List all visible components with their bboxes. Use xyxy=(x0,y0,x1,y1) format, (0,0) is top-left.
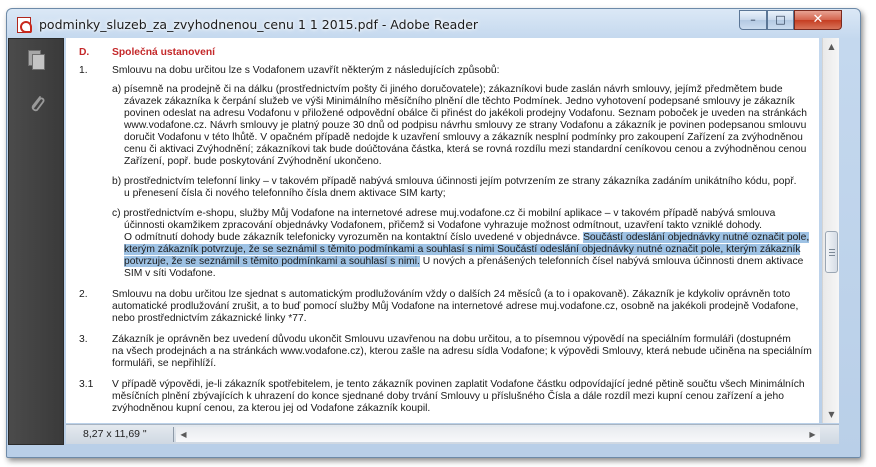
paragraph-line: Zařízení, popř. bude poskytování Zvýhodn… xyxy=(124,156,382,167)
grip-line xyxy=(829,249,835,250)
item-number: 1. xyxy=(79,65,88,76)
item-number: 3. xyxy=(79,334,88,345)
paragraph-line: doručit Vodafonu v této lhůtě. V opačném… xyxy=(124,132,803,143)
horizontal-scrollbar[interactable]: ◀ ▶ xyxy=(176,427,820,442)
status-bar: 8,27 x 11,69 " ◀ ▶ xyxy=(66,424,839,444)
paragraph-line: povinen odeslat na adresu Vodafonu v při… xyxy=(124,108,807,119)
selected-text[interactable]: potvrzuje, že se seznámil s těmito podmí… xyxy=(124,256,420,267)
paragraph-line: www.vodafone.cz. Návrh smlouvy je platný… xyxy=(124,120,807,131)
item-text: Smlouvu na dobu určitou lze s Vodafonem … xyxy=(112,65,500,76)
scroll-down-arrow-icon[interactable]: ▼ xyxy=(823,406,840,423)
page-thumbnail-front xyxy=(32,54,45,70)
status-divider xyxy=(173,427,174,442)
close-button[interactable]: ✕ xyxy=(794,10,842,30)
grip-line xyxy=(829,252,835,253)
paragraph-line: potvrzuje, že se seznámil s těmito podmí… xyxy=(124,256,803,268)
item-number: 3.1 xyxy=(79,379,94,390)
maximize-button[interactable]: □ xyxy=(767,10,794,30)
minimize-button[interactable]: – xyxy=(739,10,767,30)
paperclip-icon[interactable] xyxy=(26,93,48,115)
paragraph-line: závazek zákazníka k čerpání služeb ve vý… xyxy=(124,96,795,107)
paragraph-line: měsíčních plnění zbývajících k uhrazení … xyxy=(112,391,784,402)
scroll-up-arrow-icon[interactable]: ▲ xyxy=(823,38,840,55)
navigation-pane xyxy=(8,38,64,445)
title-bar[interactable]: podminky_sluzeb_za_zvyhodnenou_cenu 1 1 … xyxy=(7,9,860,39)
pages-icon[interactable] xyxy=(26,49,48,71)
paperclip-icon-graphic xyxy=(31,96,45,112)
paragraph-line: O odmítnutí dohody bude zákazník telefon… xyxy=(124,232,810,244)
document-viewer[interactable]: D. Společná ustanovení 1. Smlouvu na dob… xyxy=(66,38,819,423)
text-run: O odmítnutí dohody bude zákazník telefon… xyxy=(124,232,584,243)
paragraph-line: kterým zákazník potvrzuje, že se seznámi… xyxy=(124,244,801,256)
paragraph-line: Zákazník je oprávněn bez uvedení důvodu … xyxy=(112,334,791,345)
paragraph-line: SIM v síti Vodafone. xyxy=(124,268,216,279)
text-run: U nových a přenášených telefonních čísel… xyxy=(419,256,804,267)
vertical-scrollbar[interactable]: ▲ ▼ xyxy=(822,38,839,423)
scroll-thumb[interactable] xyxy=(825,231,838,273)
paragraph-line: u přenesení čísla či nového telefonního … xyxy=(124,188,446,199)
window-title: podminky_sluzeb_za_zvyhodnenou_cenu 1 1 … xyxy=(39,17,479,32)
selected-text[interactable]: kterým zákazník potvrzuje, že se seznámi… xyxy=(124,244,801,255)
paragraph-line: cenu či aktivaci Zvýhodnění; zákazníkovi… xyxy=(124,144,807,155)
paragraph-line: c) prostřednictvím e-shopu, služby Můj V… xyxy=(112,208,776,219)
scroll-left-arrow-icon[interactable]: ◀ xyxy=(176,427,191,442)
section-title: Společná ustanovení xyxy=(112,47,215,58)
paragraph-line: účinnosti okamžikem zpracování objednávk… xyxy=(124,220,762,231)
item-number: 2. xyxy=(79,289,88,300)
scroll-right-arrow-icon[interactable]: ▶ xyxy=(805,427,820,442)
section-letter: D. xyxy=(79,47,90,58)
paragraph-line: b) prostřednictvím telefonní linky – v t… xyxy=(112,176,797,187)
selected-text[interactable]: Součástí odeslání objednávky nutné označ… xyxy=(583,232,810,243)
page-size-readout: 8,27 x 11,69 " xyxy=(83,428,147,440)
paragraph-line: Smlouvu na dobu určitou lze sjednat s au… xyxy=(112,289,791,300)
paragraph-line: zvýhodněnou kupní cenou, za kterou jej o… xyxy=(112,403,431,414)
paragraph-line: nebo prostřednictvím zákaznické linky *7… xyxy=(112,313,307,324)
grip-line xyxy=(829,255,835,256)
paragraph-line: automatické prodlužování zrušit, a to bu… xyxy=(112,301,799,312)
paragraph-line: a) písemně na prodejně či na dálku (pros… xyxy=(112,84,783,95)
paragraph-line: formuláři, se nepřihlíží. xyxy=(112,358,217,369)
pdf-app-icon xyxy=(17,17,32,33)
paragraph-line: V případě výpovědi, je-li zákazník spotř… xyxy=(112,379,805,390)
paragraph-line: na všech prodejnách a na stránkách www.v… xyxy=(112,346,812,357)
